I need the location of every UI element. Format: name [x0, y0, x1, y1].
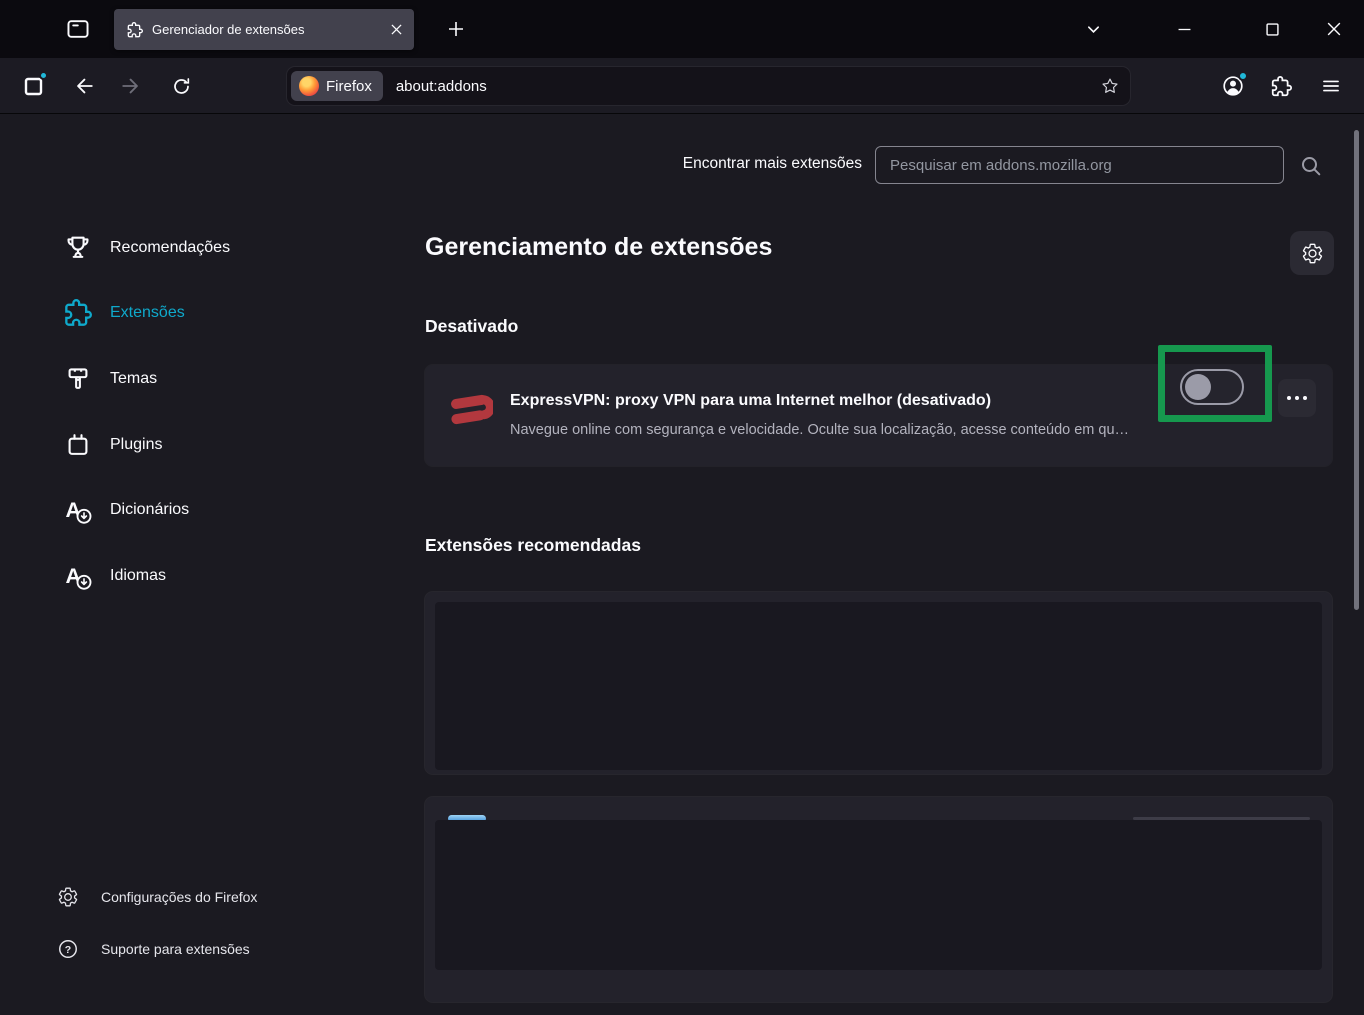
sidebar-item-languages[interactable]: A Idiomas	[62, 556, 166, 596]
navigation-toolbar: Firefox about:addons	[0, 58, 1364, 114]
notification-dot	[1238, 71, 1248, 81]
title-bar: Gerenciador de extensões	[0, 0, 1364, 58]
sidebar-item-label: Plugins	[110, 436, 163, 453]
tab-title: Gerenciador de extensões	[152, 22, 305, 37]
maximize-icon	[1265, 22, 1279, 36]
firefox-view-icon	[65, 16, 91, 42]
hamburger-menu-icon	[1321, 76, 1341, 96]
extension-enable-toggle[interactable]	[1180, 369, 1244, 405]
tab-close-button[interactable]	[384, 18, 408, 42]
notification-box-icon	[22, 71, 48, 98]
extension-card-expressvpn[interactable]: ExpressVPN: proxy VPN para uma Internet …	[425, 365, 1332, 466]
extensions-toolbar-button[interactable]	[1263, 68, 1299, 104]
toggle-knob	[1185, 374, 1211, 400]
back-button[interactable]	[66, 68, 102, 104]
recommended-extension-card-placeholder[interactable]	[425, 797, 1332, 1002]
sidebar-item-dictionaries[interactable]: A Dicionários	[62, 490, 189, 530]
url-identity-chip[interactable]: Firefox	[291, 71, 383, 101]
sidebar-item-extensions[interactable]: Extensões	[62, 293, 185, 333]
minimize-icon	[1178, 23, 1191, 36]
recommended-section-heading: Extensões recomendadas	[425, 535, 641, 555]
close-icon	[1327, 22, 1341, 36]
search-submit-button[interactable]	[1297, 152, 1325, 180]
plug-icon	[62, 429, 94, 461]
new-tab-button[interactable]	[438, 11, 474, 47]
sidebar-item-extension-support[interactable]: ? Suporte para extensões	[55, 931, 250, 967]
sidebar-item-plugins[interactable]: Plugins	[62, 425, 162, 465]
disabled-section-heading: Desativado	[425, 316, 519, 336]
forward-button[interactable]	[113, 68, 149, 104]
notification-dot	[39, 71, 48, 80]
tab-puzzle-icon	[127, 21, 143, 38]
language-download-icon: A	[62, 560, 94, 592]
app-menu-button[interactable]	[1313, 68, 1349, 104]
plus-icon	[448, 21, 464, 37]
find-more-extensions-label: Encontrar mais extensões	[682, 155, 862, 172]
ellipsis-icon	[1287, 396, 1307, 400]
url-chip-label: Firefox	[326, 77, 372, 95]
account-icon	[1221, 71, 1248, 98]
reload-icon	[171, 76, 192, 97]
back-arrow-icon	[73, 75, 95, 97]
search-icon	[1302, 157, 1321, 176]
reload-button[interactable]	[163, 68, 199, 104]
extension-name: ExpressVPN: proxy VPN para uma Internet …	[510, 392, 992, 409]
firefox-logo-icon	[299, 76, 319, 96]
forward-arrow-icon	[120, 75, 142, 97]
bookmark-star-button[interactable]	[1094, 70, 1126, 102]
sidebar-footer-label: Suporte para extensões	[101, 941, 250, 957]
firefox-view-button[interactable]	[57, 8, 99, 50]
star-icon	[1102, 78, 1118, 93]
card-placeholder-content	[435, 602, 1322, 770]
sidebar-item-label: Recomendações	[110, 239, 231, 256]
window-minimize-button[interactable]	[1161, 0, 1207, 58]
gear-icon	[1302, 243, 1322, 263]
sidebar-item-firefox-settings[interactable]: Configurações do Firefox	[55, 879, 257, 915]
browser-tab[interactable]: Gerenciador de extensões	[114, 9, 414, 50]
trophy-icon	[62, 232, 94, 264]
recommended-extension-card-placeholder[interactable]	[425, 592, 1332, 774]
puzzle-icon	[1271, 75, 1292, 97]
toolbar-extension-button[interactable]	[16, 68, 52, 104]
account-button[interactable]	[1215, 68, 1251, 104]
sidebar-item-recommendations[interactable]: Recomendações	[62, 228, 230, 268]
url-text: about:addons	[395, 77, 487, 95]
sidebar-item-label: Dicionários	[110, 501, 190, 518]
page-title: Gerenciamento de extensões	[425, 233, 773, 261]
sidebar-item-label: Temas	[110, 370, 158, 387]
question-icon: ?	[55, 936, 81, 962]
list-all-tabs-button[interactable]	[1071, 11, 1115, 47]
dictionary-download-icon: A	[62, 494, 94, 526]
puzzle-icon	[62, 297, 94, 329]
sidebar-item-label: Extensões	[110, 304, 185, 321]
window-close-button[interactable]	[1311, 0, 1357, 58]
sidebar-item-themes[interactable]: Temas	[62, 359, 157, 399]
paintbrush-icon	[62, 363, 94, 395]
extension-more-options-button[interactable]	[1278, 379, 1316, 417]
window-maximize-button[interactable]	[1249, 0, 1295, 58]
vertical-scrollbar-thumb[interactable]	[1354, 130, 1359, 610]
url-bar[interactable]: Firefox about:addons	[287, 67, 1130, 105]
addons-search-input[interactable]	[875, 146, 1284, 184]
extension-description: Navegue online com segurança e velocidad…	[510, 422, 1130, 438]
svg-text:?: ?	[65, 944, 71, 956]
card-placeholder-content	[435, 820, 1322, 970]
expressvpn-logo-icon	[445, 387, 493, 431]
tools-for-all-addons-button[interactable]	[1290, 231, 1334, 275]
sidebar-item-label: Idiomas	[110, 567, 167, 584]
sidebar-footer-label: Configurações do Firefox	[101, 889, 258, 905]
gear-icon	[55, 884, 81, 910]
chevron-down-icon	[1086, 22, 1101, 37]
